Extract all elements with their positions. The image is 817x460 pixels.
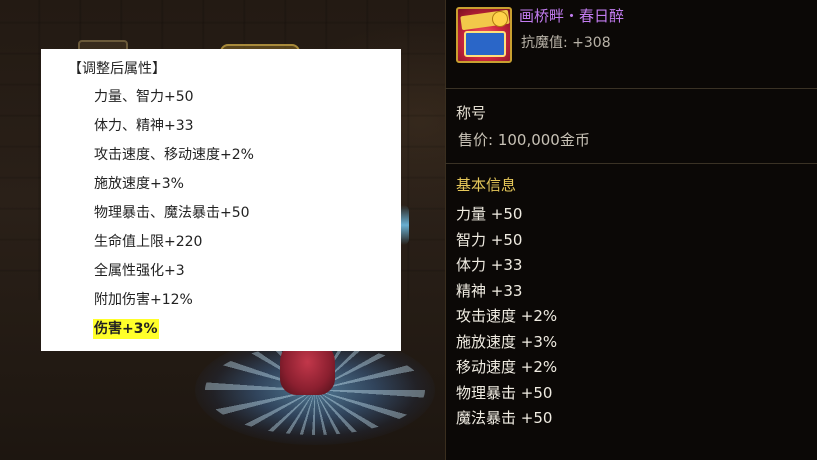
adjusted-attributes-panel: 【调整后属性】 力量、智力+50 体力、精神+33 攻击速度、移动速度+2% 施… bbox=[41, 49, 401, 351]
stat-row: 体力 +33 bbox=[456, 256, 523, 274]
attribute-row: 力量、智力+50 bbox=[94, 89, 194, 105]
tooltip-divider bbox=[445, 88, 817, 89]
attribute-row: 生命值上限+220 bbox=[94, 234, 203, 250]
item-resist-value: 抗魔值: +308 bbox=[521, 35, 611, 51]
stat-row: 施放速度 +3% bbox=[456, 332, 558, 351]
item-type: 称号 bbox=[456, 104, 487, 122]
stat-row: 魔法暴击 +50 bbox=[456, 409, 553, 427]
item-name: 画桥畔・春日醉 bbox=[519, 7, 625, 25]
stat-row: 物理暴击 +50 bbox=[456, 383, 553, 402]
attribute-row-truncated bbox=[93, 348, 255, 351]
attribute-row: 全属性强化+3 bbox=[94, 263, 185, 279]
stat-row: 精神 +33 bbox=[456, 281, 523, 300]
stat-row: 攻击速度 +2% bbox=[456, 307, 558, 325]
attributes-header: 【调整后属性】 bbox=[68, 61, 166, 77]
attribute-row: 物理暴击、魔法暴击+50 bbox=[94, 205, 250, 221]
basic-stats-list: 力量 +50 智力 +50 体力 +33 精神 +33 攻击速度 +2% 施放速… bbox=[456, 203, 557, 433]
attributes-list: 力量、智力+50 体力、精神+33 攻击速度、移动速度+2% 施放速度+3% 物… bbox=[93, 87, 255, 351]
tooltip-divider bbox=[445, 163, 817, 164]
stat-row: 智力 +50 bbox=[456, 230, 523, 249]
attribute-row: 附加伤害+12% bbox=[94, 292, 193, 308]
stat-row: 移动速度 +2% bbox=[456, 358, 558, 376]
attribute-row-highlighted: 伤害+3% bbox=[93, 319, 159, 339]
attribute-row: 施放速度+3% bbox=[94, 176, 184, 192]
attribute-row: 攻击速度、移动速度+2% bbox=[94, 147, 254, 163]
title-emblem-icon bbox=[456, 7, 512, 63]
basic-info-title: 基本信息 bbox=[456, 176, 517, 194]
stat-row: 力量 +50 bbox=[456, 205, 523, 223]
attribute-row: 体力、精神+33 bbox=[94, 118, 194, 134]
item-price: 售价: 100,000金币 bbox=[458, 131, 590, 149]
